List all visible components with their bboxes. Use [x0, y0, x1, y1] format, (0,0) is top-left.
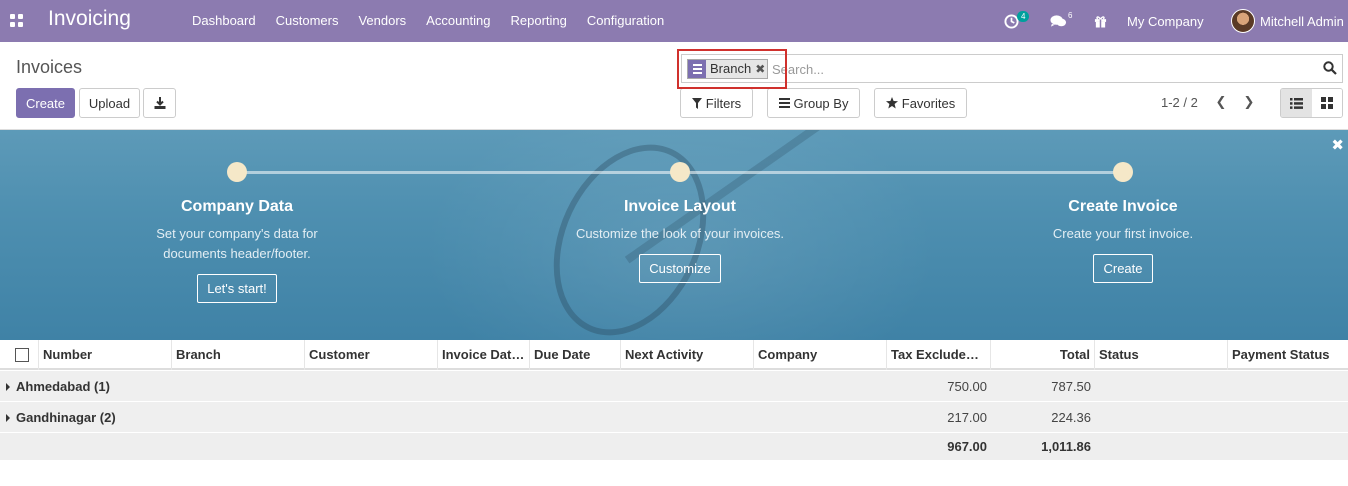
menu-item-accounting[interactable]: Accounting: [416, 0, 500, 42]
filters-button[interactable]: Filters: [680, 88, 753, 118]
column-invoice-date[interactable]: Invoice Dat…: [438, 340, 530, 370]
column-total[interactable]: Total: [991, 340, 1095, 370]
list-view-icon: [1289, 97, 1303, 109]
group-label: Gandhinagar (2): [16, 410, 116, 425]
group-by-label: Group By: [793, 95, 849, 111]
download-icon: [154, 97, 165, 109]
group-row-gandhinagar[interactable]: Gandhinagar (2) 217.00 224.36: [0, 402, 1348, 433]
search-icon[interactable]: [1323, 61, 1337, 75]
group-total: 224.36: [1051, 410, 1091, 425]
pager-next-icon[interactable]: ❯: [1242, 95, 1256, 109]
list-view-button[interactable]: [1281, 89, 1312, 117]
kanban-view-icon: [1320, 97, 1333, 109]
grand-total: 1,011.86: [1041, 439, 1091, 454]
column-status[interactable]: Status: [1095, 340, 1228, 370]
gift-menu[interactable]: [1094, 0, 1107, 42]
banner-close-icon[interactable]: ✖: [1331, 136, 1344, 154]
customize-button[interactable]: Customize: [639, 254, 721, 283]
search-bar: Branch ✖: [681, 54, 1343, 83]
menu-item-reporting[interactable]: Reporting: [501, 0, 577, 42]
group-by-button[interactable]: Group By: [767, 88, 860, 118]
remove-facet-icon[interactable]: ✖: [755, 60, 767, 78]
group-total: 787.50: [1051, 379, 1091, 394]
search-input[interactable]: [772, 59, 1292, 79]
column-due-date[interactable]: Due Date: [530, 340, 621, 370]
activity-count-badge: 4: [1017, 11, 1030, 22]
control-panel: Invoices Create Upload Branch ✖ Filters …: [0, 42, 1348, 130]
table-header: Number Branch Customer Invoice Dat… Due …: [0, 340, 1348, 370]
group-name: Gandhinagar (2): [6, 402, 116, 433]
step-dot: [1113, 162, 1133, 182]
group-tax-excluded: 217.00: [947, 410, 987, 425]
apps-menu-icon[interactable]: [10, 14, 23, 27]
table-footer-totals: 967.00 1,011.86: [0, 433, 1348, 460]
column-branch[interactable]: Branch: [172, 340, 305, 370]
filter-icon: [691, 97, 702, 109]
star-icon: [885, 97, 898, 109]
step-description: Create your first invoice.: [1052, 226, 1194, 241]
menu-item-configuration[interactable]: Configuration: [577, 0, 674, 42]
view-switcher: [1280, 88, 1343, 118]
main-menu: Dashboard Customers Vendors Accounting R…: [182, 0, 674, 42]
menu-item-dashboard[interactable]: Dashboard: [182, 0, 266, 42]
group-tax-excluded: 750.00: [947, 379, 987, 394]
step-invoice-layout: Invoice Layout Customize the look of you…: [530, 198, 830, 283]
step-description: Set your company's data for documents he…: [156, 226, 318, 261]
user-name: Mitchell Admin: [1260, 13, 1344, 29]
total-tax-excluded: 967.00: [947, 439, 987, 454]
create-invoice-button[interactable]: Create: [1093, 254, 1153, 283]
group-row-ahmedabad[interactable]: Ahmedabad (1) 750.00 787.50: [0, 371, 1348, 402]
user-avatar: [1231, 9, 1255, 33]
pager-value[interactable]: 1-2 / 2: [1161, 95, 1198, 110]
list-bars-icon: [778, 98, 790, 108]
company-switcher[interactable]: My Company: [1127, 0, 1204, 42]
onboarding-banner: ✖ Company Data Set your company's data f…: [0, 130, 1348, 340]
column-next-activity[interactable]: Next Activity: [621, 340, 754, 370]
pager-previous-icon[interactable]: ❮: [1214, 95, 1228, 109]
app-title[interactable]: Invoicing: [48, 7, 131, 31]
caret-right-icon: [6, 414, 10, 422]
download-button[interactable]: [143, 88, 176, 118]
step-title: Company Data: [180, 198, 294, 215]
search-facet-branch[interactable]: Branch ✖: [687, 59, 769, 79]
caret-right-icon: [6, 383, 10, 391]
menu-item-vendors[interactable]: Vendors: [348, 0, 416, 42]
lets-start-button[interactable]: Let's start!: [197, 274, 277, 303]
step-company-data: Company Data Set your company's data for…: [87, 198, 387, 303]
column-payment-status[interactable]: Payment Status: [1228, 340, 1348, 370]
gift-icon: [1094, 16, 1107, 28]
column-company[interactable]: Company: [754, 340, 887, 370]
chat-bubble-icon: [1050, 15, 1067, 27]
group-label: Ahmedabad (1): [16, 379, 110, 394]
page-title: Invoices: [16, 57, 83, 77]
messages-menu[interactable]: 6: [1050, 0, 1072, 42]
favorites-label: Favorites: [901, 95, 956, 111]
step-description: Customize the look of your invoices.: [575, 226, 785, 241]
select-all-checkbox[interactable]: [15, 348, 29, 362]
menu-item-customers[interactable]: Customers: [266, 0, 349, 42]
group-by-icon: [688, 60, 706, 78]
step-title: Invoice Layout: [623, 198, 737, 215]
facet-label: Branch: [710, 61, 752, 76]
create-button[interactable]: Create: [16, 88, 75, 118]
filters-label: Filters: [705, 95, 742, 111]
activity-menu[interactable]: 4: [1004, 0, 1030, 42]
step-create-invoice: Create Invoice Create your first invoice…: [973, 198, 1273, 283]
step-dot: [227, 162, 247, 182]
column-number[interactable]: Number: [39, 340, 172, 370]
step-title: Create Invoice: [1068, 198, 1178, 215]
step-dot: [670, 162, 690, 182]
kanban-view-button[interactable]: [1311, 89, 1342, 117]
column-tax-excluded[interactable]: Tax Exclude…: [887, 340, 991, 370]
user-menu[interactable]: Mitchell Admin: [1231, 0, 1344, 42]
messages-count-badge: 6: [1068, 11, 1073, 20]
favorites-button[interactable]: Favorites: [874, 88, 967, 118]
top-navbar: Invoicing Dashboard Customers Vendors Ac…: [0, 0, 1348, 42]
upload-button[interactable]: Upload: [79, 88, 140, 118]
group-name: Ahmedabad (1): [6, 371, 110, 402]
column-customer[interactable]: Customer: [305, 340, 438, 370]
select-all-cell: [0, 340, 39, 370]
